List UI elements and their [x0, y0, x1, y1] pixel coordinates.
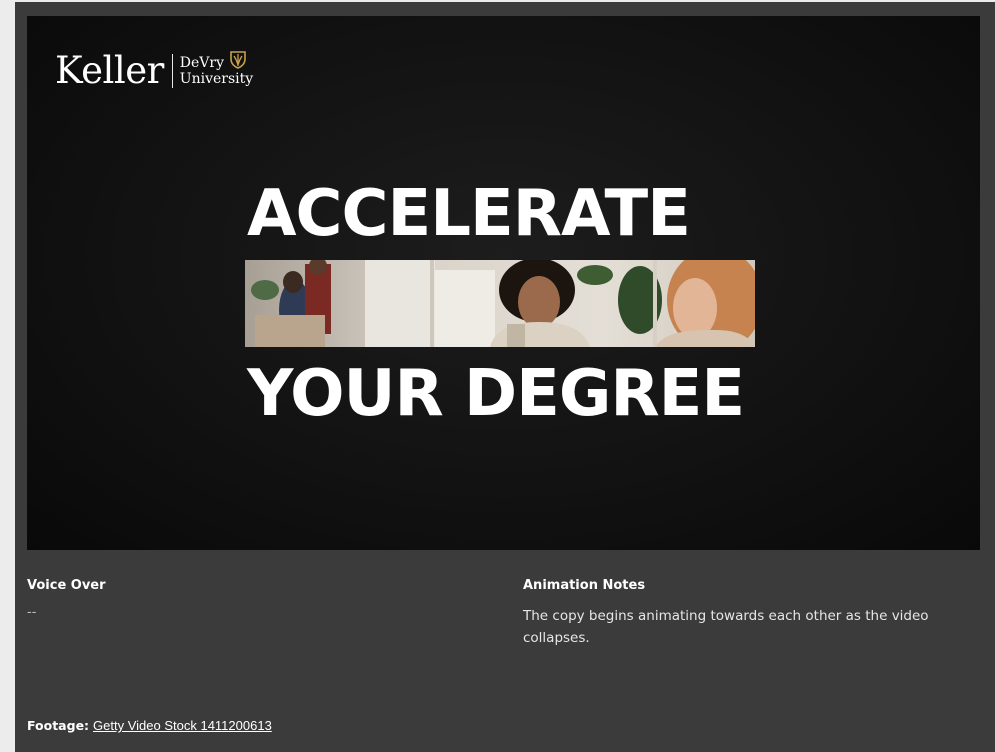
headline-line-1: ACCELERATE — [247, 177, 691, 251]
logo-devry-block: DeVry University — [179, 50, 254, 87]
animation-notes-label: Animation Notes — [523, 578, 646, 593]
keller-devry-logo: Keller DeVry University — [55, 49, 254, 92]
video-footage-strip — [245, 260, 755, 347]
devry-shield-icon — [230, 50, 246, 69]
voice-over-value: -- — [27, 605, 37, 620]
footage-label: Footage: — [27, 718, 90, 733]
footage-link[interactable]: Getty Video Stock 1411200613 — [93, 718, 272, 733]
storyboard-page: Keller DeVry University ACCELERATE YOUR … — [15, 2, 995, 752]
footage-line: Footage: Getty Video Stock 1411200613 — [27, 718, 272, 733]
voice-over-label: Voice Over — [27, 578, 106, 593]
storyboard-notes: Voice Over -- Animation Notes The copy b… — [15, 550, 995, 752]
logo-devry-text: DeVry — [179, 54, 225, 71]
animation-notes-text: The copy begins animating towards each o… — [523, 608, 929, 646]
logo-university-text: University — [179, 70, 254, 87]
video-footage-image — [245, 260, 755, 347]
video-frame: Keller DeVry University ACCELERATE YOUR … — [27, 16, 980, 550]
logo-keller-text: Keller — [55, 49, 164, 92]
logo-divider — [171, 53, 173, 88]
headline-line-2: YOUR DEGREE — [247, 357, 745, 431]
